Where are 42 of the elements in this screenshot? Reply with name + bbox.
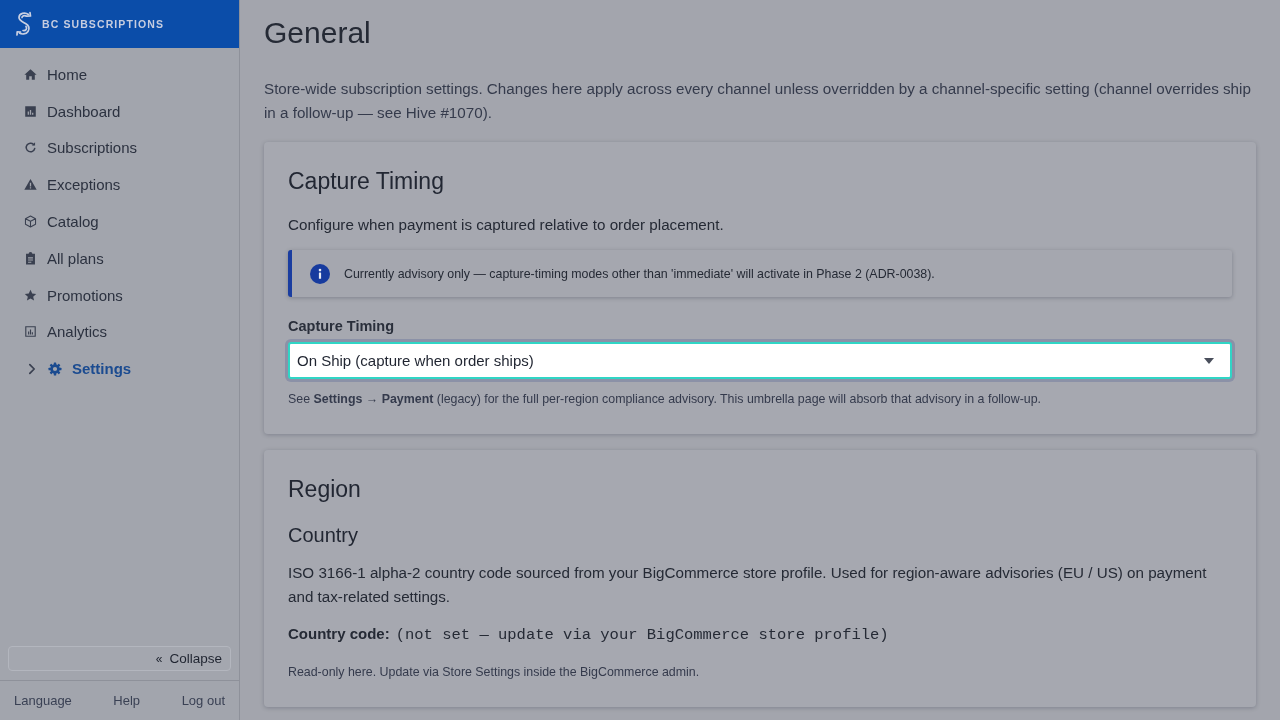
callout-text: Currently advisory only — capture-timing modes other than 'immediate' will activate in Phase 2 (ADR-0038).: [344, 266, 935, 281]
field-value: (not set — update via your BigCommerce store profile): [395, 625, 889, 646]
footer-link[interactable]: Help: [113, 693, 141, 708]
capture-timing-select[interactable]: On Ship (capture when order ships): [288, 342, 1232, 379]
nav-item[interactable]: Promotions: [0, 276, 239, 314]
section-title: Capture Timing: [288, 167, 445, 196]
nav-item[interactable]: Subscriptions: [0, 129, 239, 167]
section-description: ISO 3166-1 alpha-2 country code sourced from your BigCommerce store profile. Used for region-aware advisories (EU / US) on payment and tax-related settings.: [288, 563, 1208, 607]
info-icon: [310, 263, 330, 284]
help-text: Read-only here. Update via Store Settings inside the BigCommerce admin.: [288, 664, 701, 681]
field-label: Country code:: [288, 624, 390, 644]
section-description: Configure when payment is captured relative to order placement.: [288, 215, 725, 235]
nav-item[interactable]: Dashboard: [0, 92, 239, 130]
bar-chart-icon: [24, 104, 37, 118]
section-title: Region: [288, 475, 362, 504]
nav-item[interactable]: Exceptions: [0, 166, 239, 204]
chevron-right-icon[interactable]: [26, 362, 38, 375]
home-icon: [24, 67, 37, 81]
field-label: Capture Timing: [288, 317, 396, 336]
footer-link[interactable]: Language: [14, 693, 72, 708]
page-description: Store-wide subscription settings. Changes here apply across every channel unless overridden by a channel-specific setting (channel overrides ship in a follow-up — see Hive #1070).: [264, 79, 1252, 123]
warning-icon: [24, 178, 37, 192]
page-title: General: [264, 15, 372, 51]
clipboard-icon: [24, 251, 37, 265]
caret-down-icon: [1204, 357, 1214, 364]
nav-item[interactable]: Catalog: [0, 203, 239, 240]
nav-item[interactable]: Analytics: [0, 313, 239, 351]
nav-item[interactable]: All plans: [0, 240, 239, 277]
star-icon: [24, 288, 37, 302]
brand-title: BC SUBSCRIPTIONS: [42, 18, 165, 30]
nav-item[interactable]: Settings: [0, 350, 239, 388]
double-chevron-icon: «: [155, 651, 163, 666]
collapse-button[interactable]: « Collapse: [8, 646, 231, 671]
cube-icon: [24, 215, 37, 229]
gear-icon: [48, 361, 62, 376]
help-text: See Settings → Payment (legacy) for the full per-region compliance advisory. This umbrella page will absorb that advisory in a follow-up.: [288, 391, 1042, 408]
logo-icon: [14, 11, 34, 37]
subsection-title: Country: [288, 523, 360, 548]
nav-item[interactable]: Home: [0, 56, 239, 93]
footer-link[interactable]: Log out: [181, 693, 225, 708]
bar-chart-outline-icon: [24, 325, 37, 339]
refresh-icon: [24, 141, 37, 155]
